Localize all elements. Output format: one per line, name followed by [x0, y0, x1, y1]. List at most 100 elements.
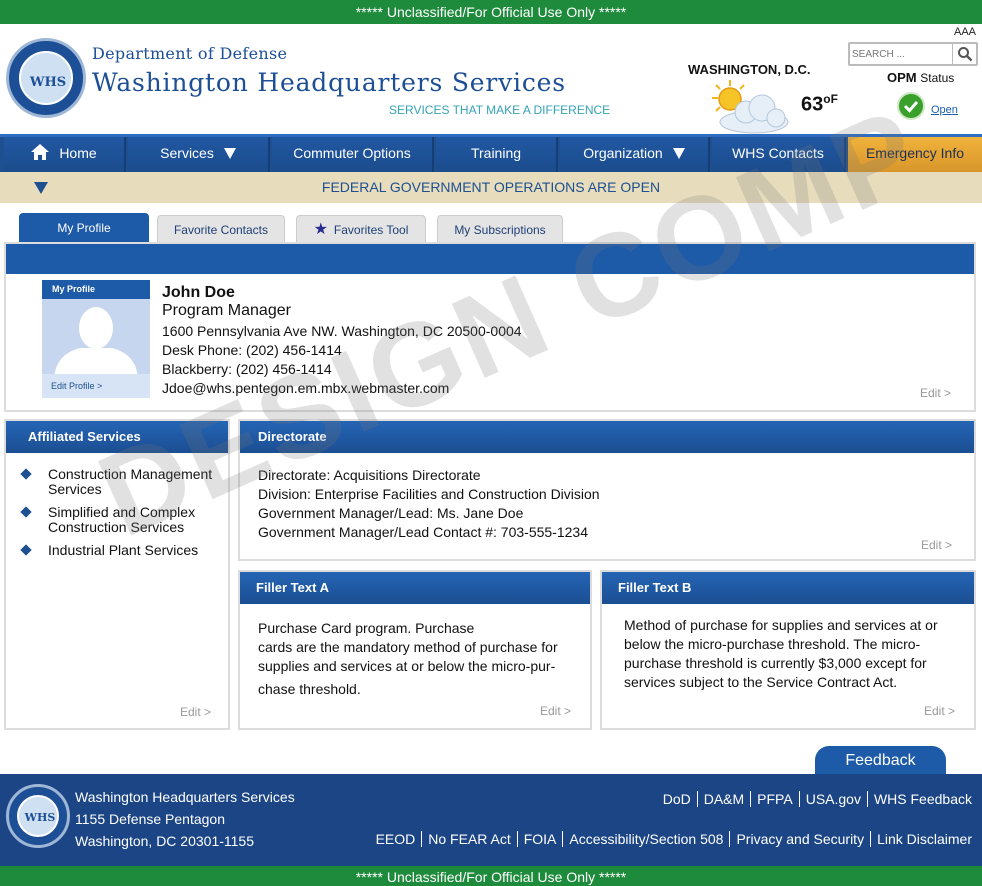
profile-desk-phone: Desk Phone: (202) 456-1414: [162, 342, 342, 358]
manager-line: Government Manager/Lead: Ms. Jane Doe: [258, 505, 524, 521]
diamond-bullet-icon: [20, 544, 32, 556]
check-icon: [897, 92, 925, 120]
triangle-down-icon[interactable]: [34, 182, 48, 194]
avatar-label: My Profile: [42, 280, 150, 299]
nav-services[interactable]: Services: [128, 137, 270, 172]
edit-profile-link[interactable]: Edit Profile >: [42, 374, 150, 398]
operating-status-message: FEDERAL GOVERNMENT OPERATIONS ARE OPEN: [321, 179, 661, 195]
nav-emergency-info[interactable]: Emergency Info: [848, 137, 982, 172]
seal-text: WHS: [29, 75, 67, 90]
feedback-button[interactable]: Feedback: [815, 746, 946, 776]
footer-link-disclaimer[interactable]: Link Disclaimer: [870, 831, 978, 847]
filler-b-line: services subject to the Service Contract…: [624, 674, 898, 690]
diamond-bullet-icon: [20, 468, 32, 480]
profile-edit-link[interactable]: Edit >: [920, 386, 951, 400]
footer-link-eeod[interactable]: EEOD: [370, 831, 422, 847]
search-button[interactable]: [952, 44, 976, 64]
footer-link-dod[interactable]: DoD: [657, 791, 697, 807]
chevron-down-icon: [672, 148, 685, 159]
manager-contact-line: Government Manager/Lead Contact #: 703-5…: [258, 524, 588, 540]
footer-link-foia[interactable]: FOIA: [516, 831, 563, 847]
footer-link-accessibility[interactable]: Accessibility/Section 508: [562, 831, 730, 847]
footer-link-whs-feedback[interactable]: WHS Feedback: [866, 791, 978, 807]
affiliated-services-panel: Affiliated Services Construction Managem…: [4, 419, 230, 730]
tab-favorites-tool[interactable]: ★ Favorites Tool: [296, 215, 426, 243]
filler-b-line: Method of purchase for supplies and serv…: [624, 617, 938, 633]
weather-city: WASHINGTON, D.C.: [688, 62, 811, 77]
directorate-edit-link[interactable]: Edit >: [921, 538, 952, 552]
operating-status-bar: FEDERAL GOVERNMENT OPERATIONS ARE OPEN: [0, 172, 982, 203]
filler-b-title: Filler Text B: [602, 572, 974, 604]
footer-street: 1155 Defense Pentagon: [75, 811, 225, 827]
nav-training-label: Training: [470, 145, 522, 161]
opm-label: OPM: [887, 70, 917, 85]
classification-banner-bottom: ***** Unclassified/For Official Use Only…: [0, 866, 982, 886]
opm-open-link[interactable]: Open: [931, 104, 958, 116]
chevron-down-icon: [223, 148, 236, 159]
tab-my-subscriptions[interactable]: My Subscriptions: [437, 215, 563, 243]
affiliated-services-list: Construction Management Services Simplif…: [18, 467, 228, 566]
footer-link-pfpa[interactable]: PFPA: [750, 791, 799, 807]
nav-contacts-label: WHS Contacts: [732, 145, 824, 161]
directorate-title: Directorate: [240, 421, 974, 453]
agency-name[interactable]: Washington Headquarters Services: [92, 68, 566, 97]
footer-link-dam[interactable]: DA&M: [696, 791, 751, 807]
opm-status-word: Status: [920, 71, 955, 85]
user-silhouette-icon: [54, 307, 138, 378]
nav-commuter-options[interactable]: Commuter Options: [272, 137, 434, 172]
classification-banner-top: ***** Unclassified/For Official Use Only…: [0, 0, 982, 24]
whs-seal-logo[interactable]: WHS: [6, 38, 86, 118]
nav-whs-contacts[interactable]: WHS Contacts: [712, 137, 846, 172]
temperature-value: 63: [801, 93, 824, 116]
profile-header-bar: [6, 244, 974, 274]
temperature-unit: oF: [823, 92, 838, 106]
nav-organization[interactable]: Organization: [560, 137, 710, 172]
profile-title: Program Manager: [162, 302, 291, 319]
filler-a-line: chase threshold.: [258, 681, 361, 697]
filler-a-line: cards are the mandatory method of purcha…: [258, 639, 558, 655]
profile-panel: My Profile Edit Profile > John Doe Progr…: [4, 242, 976, 412]
tab-my-profile[interactable]: My Profile: [19, 213, 149, 243]
nav-services-label: Services: [160, 145, 214, 161]
search-icon: [958, 47, 973, 62]
affiliated-services-title: Affiliated Services: [6, 421, 228, 453]
list-item-label: Construction Management Services: [48, 466, 213, 497]
footer-link-privacy[interactable]: Privacy and Security: [729, 831, 871, 847]
division-line: Division: Enterprise Facilities and Cons…: [258, 486, 600, 502]
filler-a-line: supplies and services at or below the mi…: [258, 658, 556, 674]
filler-text-b-panel: Filler Text B Method of purchase for sup…: [600, 570, 976, 730]
directorate-line: Directorate: Acquisitions Directorate: [258, 467, 481, 483]
list-item[interactable]: Industrial Plant Services: [18, 543, 228, 558]
list-item[interactable]: Simplified and Complex Construction Serv…: [18, 505, 228, 535]
nav-home[interactable]: Home: [4, 137, 126, 172]
profile-email[interactable]: Jdoe@whs.pentegon.em.mbx.webmaster.com: [162, 380, 449, 396]
star-icon: ★: [313, 221, 328, 238]
footer-link-usagov[interactable]: USA.gov: [798, 791, 867, 807]
footer-link-no-fear-act[interactable]: No FEAR Act: [421, 831, 517, 847]
opm-status-label: OPM Status: [887, 70, 954, 85]
filler-text-a-panel: Filler Text A Purchase Card program. Pur…: [238, 570, 592, 730]
nav-home-label: Home: [59, 145, 97, 161]
footer-links-secondary: EEOD No FEAR Act FOIA Accessibility/Section…: [370, 831, 978, 847]
nav-organization-label: Organization: [583, 145, 663, 161]
filler-a-title: Filler Text A: [240, 572, 590, 604]
directorate-panel: Directorate Directorate: Acquisitions Di…: [238, 419, 976, 561]
diamond-bullet-icon: [20, 506, 32, 518]
text-size-control[interactable]: AAA: [954, 26, 976, 38]
tab-favorite-contacts[interactable]: Favorite Contacts: [157, 215, 285, 243]
search-box: [848, 42, 978, 66]
filler-b-edit-link[interactable]: Edit >: [924, 704, 955, 718]
home-icon: [31, 144, 50, 160]
list-item-label: Simplified and Complex Construction Serv…: [48, 504, 196, 535]
site-header: WHS Department of Defense Washington Hea…: [0, 24, 982, 134]
avatar: My Profile Edit Profile >: [42, 280, 150, 398]
department-name: Department of Defense: [92, 44, 288, 63]
tab-favorites-tool-label: Favorites Tool: [333, 223, 409, 237]
filler-a-edit-link[interactable]: Edit >: [540, 704, 571, 718]
list-item[interactable]: Construction Management Services: [18, 467, 228, 497]
search-input[interactable]: [852, 46, 952, 62]
site-footer: WHS Washington Headquarters Services 115…: [0, 774, 982, 866]
affiliated-edit-link[interactable]: Edit >: [180, 705, 211, 719]
temperature: 63oF: [801, 92, 838, 117]
nav-training[interactable]: Training: [436, 137, 558, 172]
